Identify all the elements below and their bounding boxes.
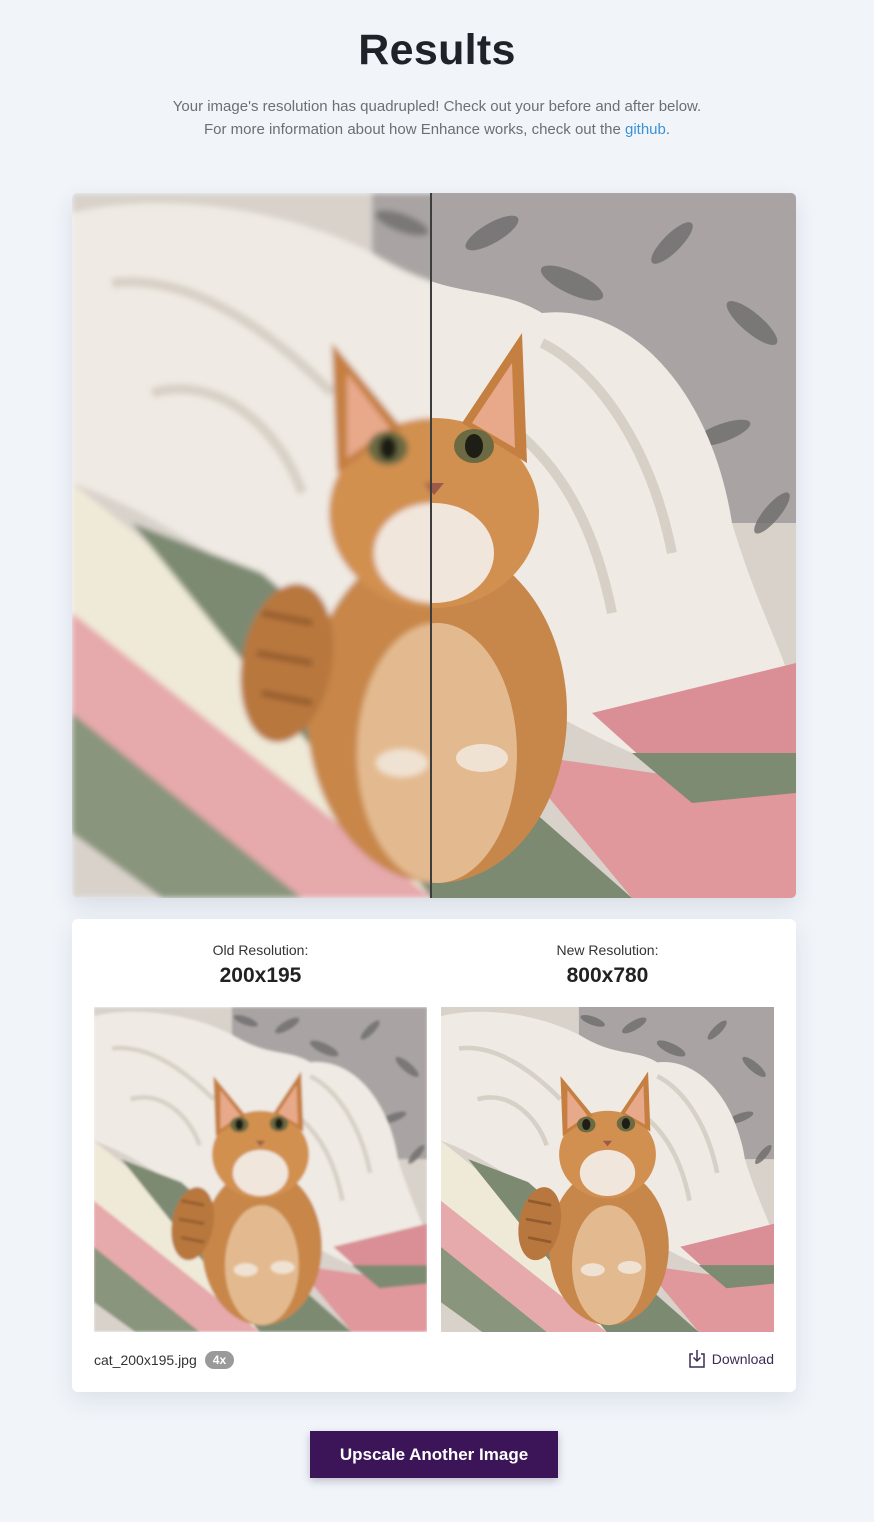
- file-name: cat_200x195.jpg: [94, 1352, 197, 1368]
- download-button[interactable]: Download: [688, 1347, 774, 1371]
- old-resolution: Old Resolution: 200x195: [94, 919, 427, 988]
- new-image-thumbnail: [441, 1007, 774, 1332]
- old-resolution-value: 200x195: [219, 964, 302, 987]
- download-label: Download: [711, 1351, 774, 1367]
- new-resolution-value: 800x780: [566, 964, 649, 987]
- github-link[interactable]: github: [625, 121, 666, 138]
- download-icon: [688, 1350, 705, 1368]
- old-image-thumbnail: [94, 1007, 427, 1332]
- comparison-slider-handle[interactable]: [430, 193, 432, 898]
- page-subtitle: Your image's resolution has quadrupled! …: [0, 95, 874, 141]
- subtitle-line-1: Your image's resolution has quadrupled! …: [172, 98, 702, 115]
- subtitle-line-2-suffix: .: [665, 121, 671, 138]
- old-resolution-label: Old Resolution:: [212, 942, 309, 958]
- resolution-details-card: Old Resolution: 200x195 New Resolution: …: [72, 919, 796, 1392]
- new-resolution: New Resolution: 800x780: [441, 919, 774, 988]
- subtitle-line-2-prefix: For more information about how Enhance w…: [203, 121, 625, 138]
- before-after-comparison[interactable]: [72, 193, 796, 898]
- scale-badge: 4x: [204, 1351, 235, 1369]
- new-resolution-label: New Resolution:: [556, 942, 659, 958]
- file-info: cat_200x195.jpg 4x: [94, 1349, 235, 1371]
- subtitle-line-2: For more information about how Enhance w…: [0, 118, 874, 141]
- page-title: Results: [358, 26, 516, 74]
- comparison-image: [72, 193, 796, 898]
- upscale-another-image-button[interactable]: Upscale Another Image: [310, 1431, 558, 1478]
